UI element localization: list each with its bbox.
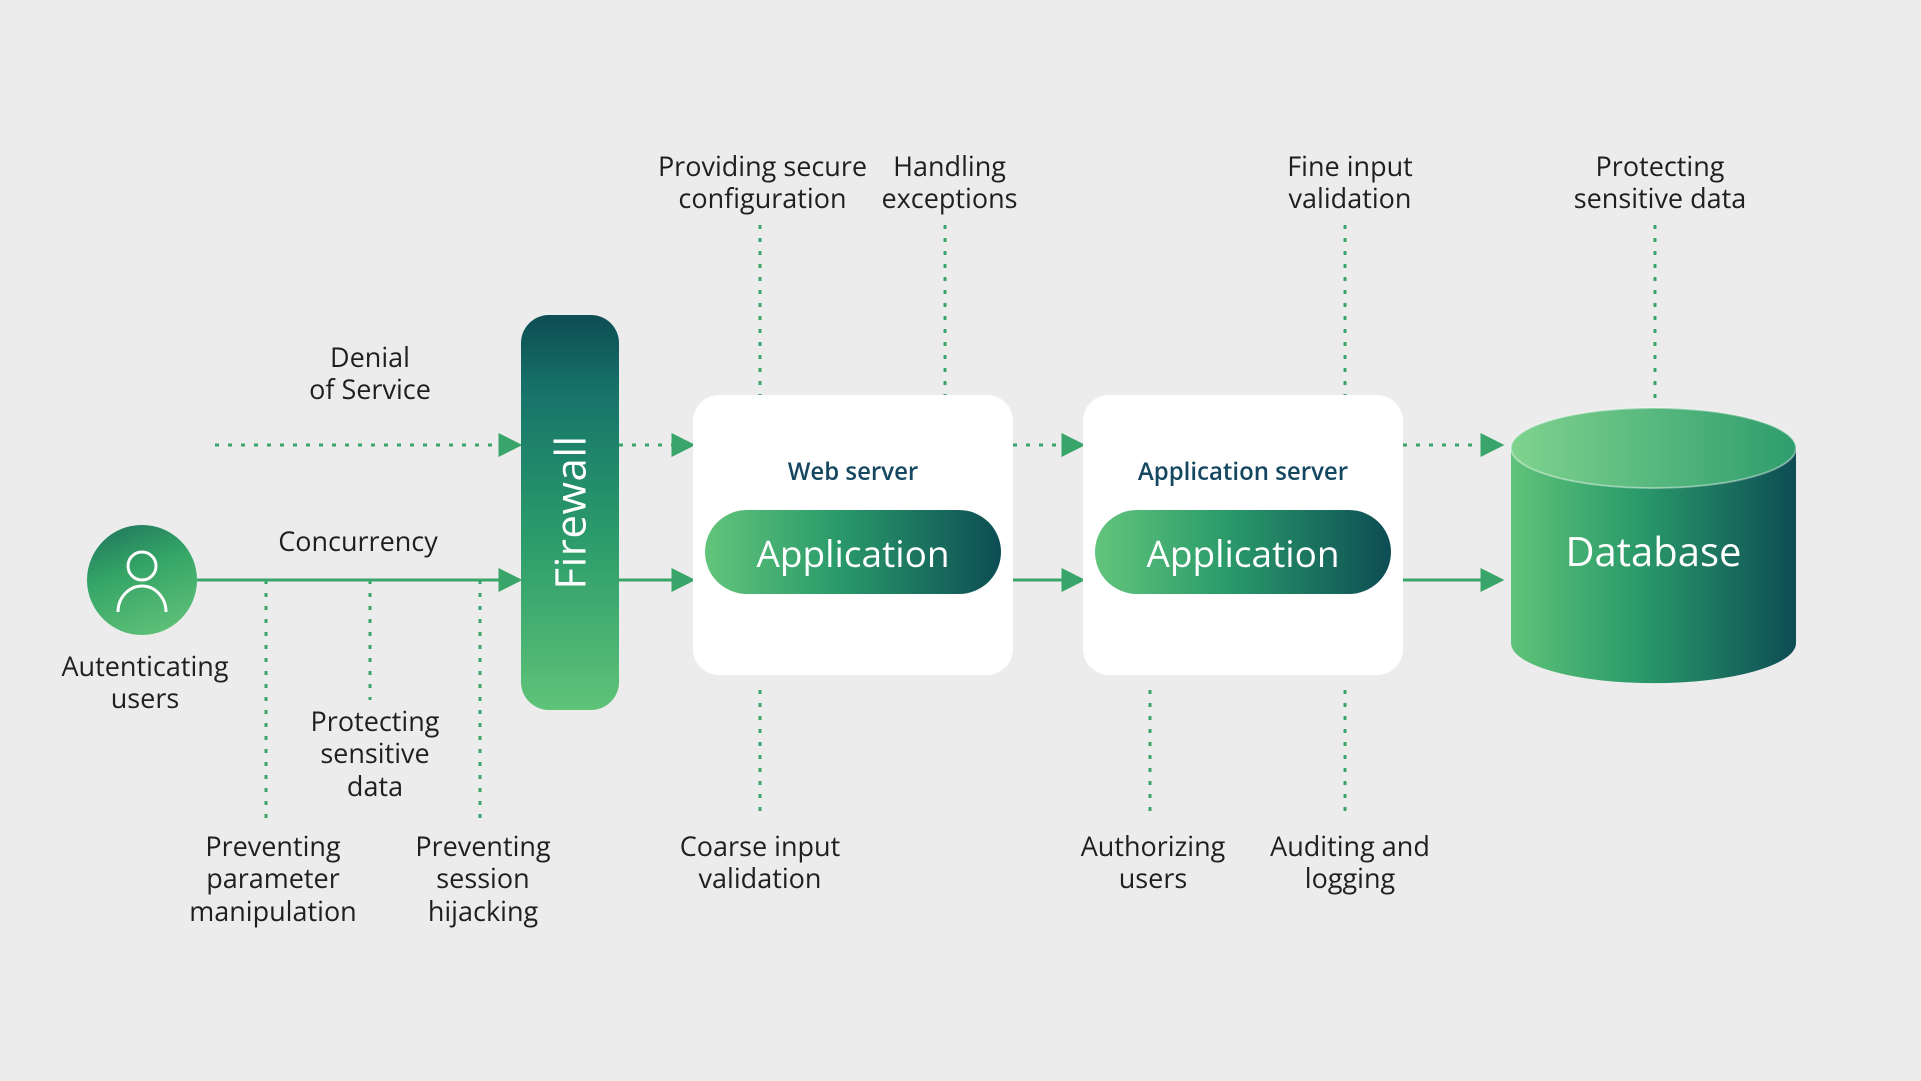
- coarse-input-validation-label: Coarse input validation: [660, 830, 860, 895]
- auditing-and-logging-label: Auditing and logging: [1255, 830, 1445, 895]
- database-label: Database: [1506, 523, 1801, 578]
- protecting-sensitive-data-right-label: Protecting sensitive data: [1555, 150, 1765, 215]
- authorizing-users-label: Authorizing users: [1058, 830, 1248, 895]
- protecting-sensitive-data-left-label: Protecting sensitive data: [295, 705, 455, 802]
- app-server-app-pill: Application: [1095, 510, 1391, 594]
- preventing-parameter-manipulation-label: Preventing parameter manipulation: [173, 830, 373, 927]
- user-icon: [87, 525, 197, 635]
- web-server-card: Web server Application: [693, 395, 1013, 675]
- app-server-app-label: Application: [1146, 527, 1339, 578]
- concurrency-label: Concurrency: [258, 525, 458, 557]
- database-block: Database: [1506, 403, 1801, 688]
- web-server-app-label: Application: [756, 527, 949, 578]
- firewall-block: Firewall: [521, 315, 619, 710]
- app-server-title: Application server: [1083, 455, 1403, 488]
- providing-secure-configuration-label: Providing secure configuration: [640, 150, 885, 215]
- web-server-app-pill: Application: [705, 510, 1001, 594]
- preventing-session-hijacking-label: Preventing session hijacking: [398, 830, 568, 927]
- diagram-canvas: Autenticating users Firewall Web server …: [0, 0, 1921, 1081]
- handling-exceptions-label: Handling exceptions: [862, 150, 1037, 215]
- denial-of-service-label: Denial of Service: [285, 341, 455, 406]
- user-label: Autenticating users: [60, 650, 230, 715]
- web-server-title: Web server: [693, 455, 1013, 488]
- firewall-label: Firewall: [542, 435, 599, 589]
- fine-input-validation-label: Fine input validation: [1255, 150, 1445, 215]
- app-server-card: Application server Application: [1083, 395, 1403, 675]
